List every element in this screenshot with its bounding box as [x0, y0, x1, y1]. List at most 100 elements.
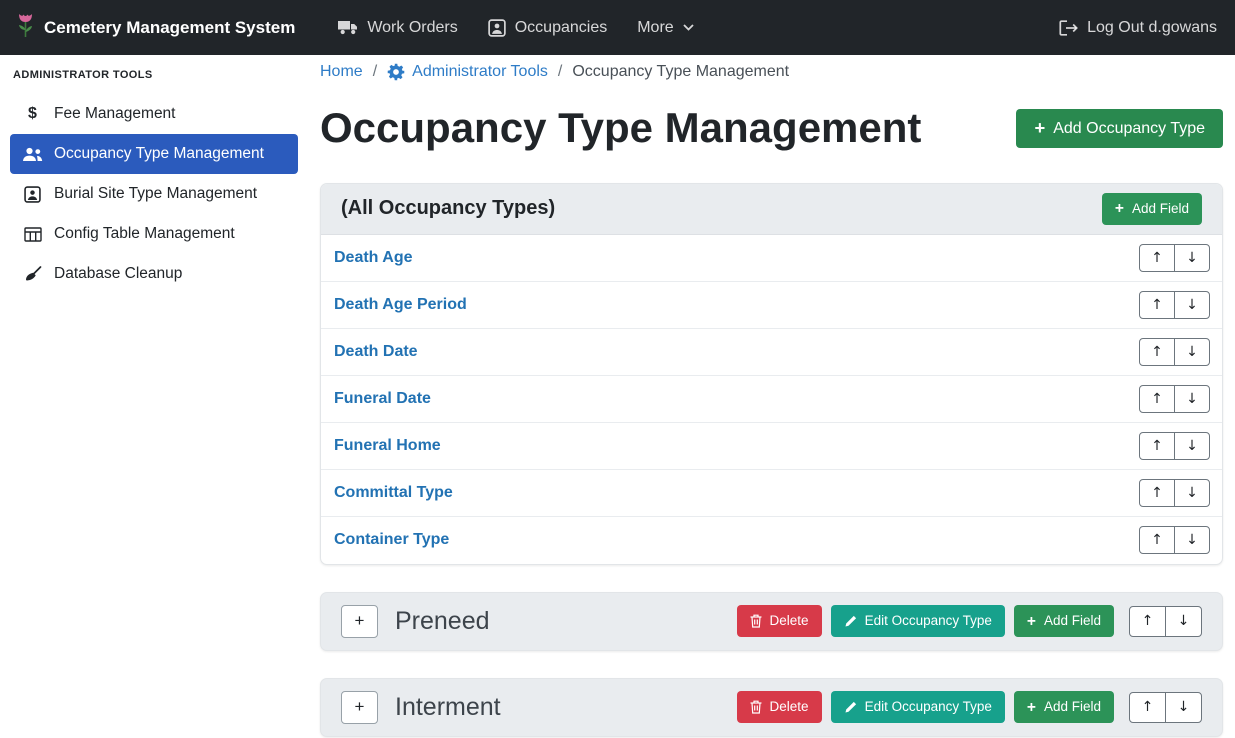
move-down-button[interactable]: ↓ [1174, 479, 1210, 507]
reorder-buttons: ↑ ↓ [1139, 479, 1210, 507]
move-up-button[interactable]: ↑ [1139, 291, 1175, 319]
nav-more[interactable]: More [622, 19, 708, 37]
reorder-buttons: ↑ ↓ [1139, 385, 1210, 413]
breadcrumb-home-link[interactable]: Home [320, 63, 363, 81]
top-navbar: Cemetery Management System Work Orders O… [0, 0, 1235, 55]
delete-label: Delete [770, 699, 809, 715]
add-field-button[interactable]: + Add Field [1014, 605, 1114, 637]
chevron-down-icon [683, 24, 694, 31]
type-card-actions: Delete Edit Occupancy Type + Add Field ↑… [737, 691, 1202, 723]
occupancy-type-title: Preneed [395, 607, 737, 636]
move-down-button[interactable]: ↓ [1174, 338, 1210, 366]
sidebar-item-label: Occupancy Type Management [54, 145, 264, 163]
move-down-button[interactable]: ↓ [1165, 692, 1202, 723]
field-row: Container Type ↑ ↓ [321, 517, 1222, 564]
breadcrumb: Home / Administrator Tools / Occupancy T… [320, 63, 1223, 81]
field-link-funeral-home[interactable]: Funeral Home [334, 437, 441, 455]
all-occupancy-types-card: (All Occupancy Types) + Add Field Death … [320, 183, 1223, 565]
move-up-button[interactable]: ↑ [1129, 692, 1166, 723]
field-row: Funeral Date ↑ ↓ [321, 376, 1222, 423]
plus-icon: + [1034, 119, 1045, 137]
add-occupancy-type-button[interactable]: + Add Occupancy Type [1016, 109, 1223, 148]
expand-button[interactable]: + [341, 691, 378, 724]
nav-work-orders[interactable]: Work Orders [323, 19, 472, 37]
nav-more-label: More [637, 19, 673, 37]
add-occupancy-type-label: Add Occupancy Type [1053, 119, 1205, 138]
delete-button[interactable]: Delete [737, 605, 822, 637]
gear-icon [387, 63, 405, 81]
move-up-button[interactable]: ↑ [1139, 526, 1175, 554]
move-up-button[interactable]: ↑ [1139, 385, 1175, 413]
sidebar-item-label: Config Table Management [54, 225, 235, 243]
sidebar-item-label: Burial Site Type Management [54, 185, 257, 203]
delete-button[interactable]: Delete [737, 691, 822, 723]
move-down-button[interactable]: ↓ [1165, 606, 1202, 637]
plus-icon: + [1115, 201, 1124, 217]
person-box-icon [21, 186, 44, 203]
broom-icon [21, 266, 44, 283]
add-field-label: Add Field [1044, 613, 1101, 629]
move-up-button[interactable]: ↑ [1129, 606, 1166, 637]
reorder-buttons: ↑ ↓ [1139, 526, 1210, 554]
dollar-icon: $ [21, 105, 44, 123]
field-link-container-type[interactable]: Container Type [334, 531, 449, 549]
reorder-buttons: ↑ ↓ [1139, 244, 1210, 272]
add-field-button[interactable]: + Add Field [1102, 193, 1202, 225]
expand-button[interactable]: + [341, 605, 378, 638]
truck-icon [338, 20, 358, 35]
field-link-death-age[interactable]: Death Age [334, 249, 413, 267]
sidebar-item-burial-site-type-management[interactable]: Burial Site Type Management [10, 174, 298, 214]
move-down-button[interactable]: ↓ [1174, 385, 1210, 413]
field-link-funeral-date[interactable]: Funeral Date [334, 390, 431, 408]
app-title: Cemetery Management System [44, 18, 295, 38]
field-row: Death Date ↑ ↓ [321, 329, 1222, 376]
add-field-button[interactable]: + Add Field [1014, 691, 1114, 723]
breadcrumb-admin-tools-label: Administrator Tools [412, 63, 548, 81]
move-up-button[interactable]: ↑ [1139, 244, 1175, 272]
sidebar-item-config-table-management[interactable]: Config Table Management [10, 214, 298, 254]
move-down-button[interactable]: ↓ [1174, 526, 1210, 554]
sidebar-item-occupancy-type-management[interactable]: Occupancy Type Management [10, 134, 298, 174]
reorder-buttons: ↑ ↓ [1139, 432, 1210, 460]
card-header: (All Occupancy Types) + Add Field [321, 184, 1222, 235]
move-down-button[interactable]: ↓ [1174, 244, 1210, 272]
users-icon [21, 147, 44, 162]
reorder-buttons: ↑ ↓ [1129, 692, 1202, 723]
edit-occupancy-type-button[interactable]: Edit Occupancy Type [831, 605, 1005, 637]
trash-icon [750, 700, 762, 714]
occupancy-type-title: Interment [395, 693, 737, 722]
pencil-icon [844, 701, 857, 714]
sidebar-item-label: Fee Management [54, 105, 176, 123]
plus-icon: + [1027, 700, 1036, 716]
pencil-icon [844, 615, 857, 628]
nav-work-orders-label: Work Orders [367, 19, 457, 37]
logout-label: Log Out d.gowans [1087, 19, 1217, 37]
edit-occupancy-type-label: Edit Occupancy Type [865, 699, 992, 715]
app-brand[interactable]: Cemetery Management System [16, 12, 295, 44]
nav-occupancies[interactable]: Occupancies [473, 19, 623, 37]
edit-occupancy-type-label: Edit Occupancy Type [865, 613, 992, 629]
person-box-icon [488, 19, 506, 37]
breadcrumb-separator: / [558, 63, 562, 81]
move-up-button[interactable]: ↑ [1139, 432, 1175, 460]
move-up-button[interactable]: ↑ [1139, 338, 1175, 366]
plus-icon: + [1027, 614, 1036, 630]
sidebar-item-fee-management[interactable]: $ Fee Management [10, 94, 298, 134]
sidebar: ADMINISTRATOR TOOLS $ Fee Management Occ… [0, 55, 308, 738]
reorder-buttons: ↑ ↓ [1139, 338, 1210, 366]
flower-logo-icon [16, 12, 35, 44]
field-link-death-date[interactable]: Death Date [334, 343, 418, 361]
field-link-committal-type[interactable]: Committal Type [334, 484, 453, 502]
logout-link[interactable]: Log Out d.gowans [1044, 19, 1219, 37]
occupancy-type-card-interment: + Interment Delete Edit Occupancy Type [320, 678, 1223, 737]
move-down-button[interactable]: ↓ [1174, 432, 1210, 460]
field-link-death-age-period[interactable]: Death Age Period [334, 296, 467, 314]
move-up-button[interactable]: ↑ [1139, 479, 1175, 507]
move-down-button[interactable]: ↓ [1174, 291, 1210, 319]
reorder-buttons: ↑ ↓ [1139, 291, 1210, 319]
edit-occupancy-type-button[interactable]: Edit Occupancy Type [831, 691, 1005, 723]
breadcrumb-admin-tools-link[interactable]: Administrator Tools [387, 63, 548, 81]
delete-label: Delete [770, 613, 809, 629]
sidebar-item-database-cleanup[interactable]: Database Cleanup [10, 254, 298, 294]
add-field-label: Add Field [1044, 699, 1101, 715]
